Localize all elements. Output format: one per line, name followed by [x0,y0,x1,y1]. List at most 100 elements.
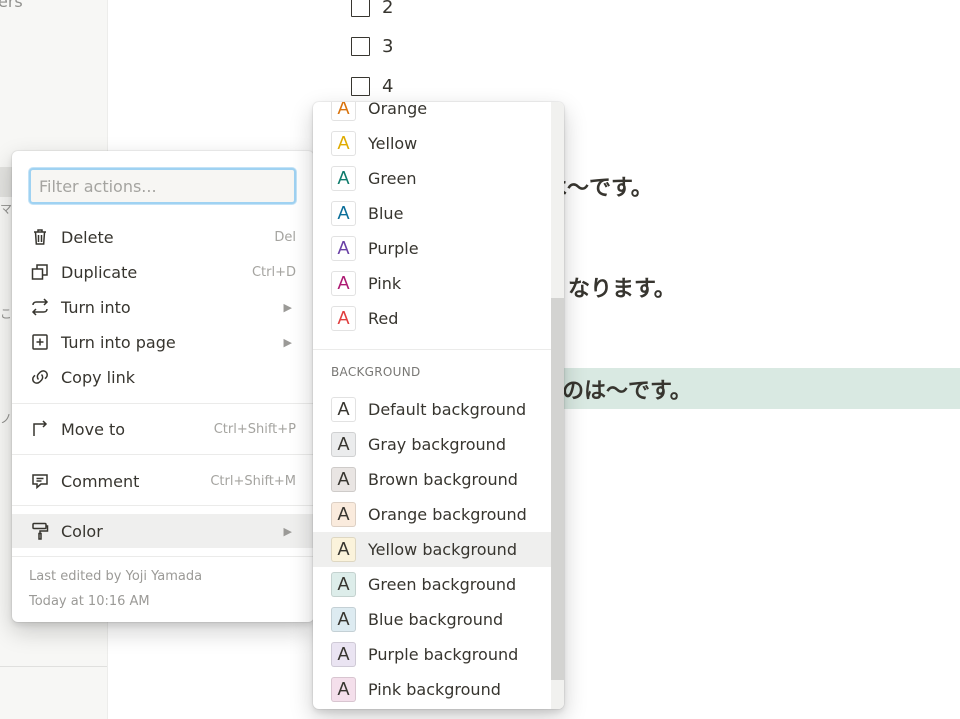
submenu-scrollbar-thumb[interactable] [551,298,564,680]
text-color-swatch-icon: A [331,306,356,331]
color-option-label: Blue [368,204,404,223]
todo-item: 3 [351,31,431,61]
todo-label[interactable]: 3 [382,36,393,57]
menu-divider [12,505,314,506]
heading-block[interactable]: くなります。 [546,271,676,303]
text-color-swatch-icon: A [331,166,356,191]
menu-item-shortcut: Ctrl+Shift+M [210,473,296,489]
last-edited-by: Last edited by Yoji Yamada [29,569,203,584]
text-color-swatch-icon: A [331,271,356,296]
sidebar-text-fragment: こ [0,307,13,321]
sidebar-fragment-text: ers [0,0,23,11]
color-option-label: Purple background [368,645,519,664]
color-option-label: Pink background [368,680,501,699]
color-option-label: Orange background [368,505,527,524]
chevron-right-icon: ▶ [283,300,292,314]
background-color-option-default-background[interactable]: A Default background [313,392,551,427]
filter-actions-input[interactable] [31,170,294,202]
background-color-option-pink-background[interactable]: A Pink background [313,672,551,707]
duplicate-icon [29,261,51,283]
background-color-swatch-icon: A [331,537,356,562]
text-color-option-green[interactable]: A Green [313,161,551,196]
background-color-swatch-icon: A [331,607,356,632]
background-color-swatch-icon: A [331,642,356,667]
background-color-swatch-icon: A [331,467,356,492]
color-option-label: Brown background [368,470,518,489]
menu-item-label: Comment [61,471,140,491]
todo-label[interactable]: 2 [382,0,393,18]
menu-item-shortcut: Ctrl+Shift+P [213,421,296,437]
text-color-swatch-icon: A [331,131,356,156]
comment-icon [29,470,51,492]
block-actions-menu: Delete Del Duplicate Ctrl+D Turn into ▶ … [12,151,314,622]
color-option-label: Green background [368,575,517,594]
copy-link-menu-item[interactable]: Copy link [12,360,314,394]
text-color-option-blue[interactable]: A Blue [313,196,551,231]
sidebar-text-fragment: マ [0,202,13,216]
color-option-label: Yellow background [368,540,517,559]
chevron-right-icon: ▶ [283,335,292,349]
text-color-swatch-icon: A [331,102,356,121]
todo-checkbox[interactable] [351,76,370,96]
background-color-option-purple-background[interactable]: A Purple background [313,637,551,672]
menu-item-label: Turn into [61,297,131,317]
text-color-option-orange[interactable]: A Orange [313,102,551,126]
sidebar-divider [0,666,107,667]
background-color-swatch-icon: A [331,677,356,702]
menu-item-label: Delete [61,227,114,247]
trash-icon [29,226,51,248]
turn-into-page-menu-item[interactable]: Turn into page ▶ [12,325,314,359]
color-menu-item[interactable]: Color ▶ [12,514,314,548]
last-edited-time: Today at 10:16 AM [29,594,150,609]
menu-divider [12,454,314,455]
link-icon [29,366,51,388]
background-color-option-yellow-background[interactable]: A Yellow background [313,532,551,567]
todo-label[interactable]: 4 [382,76,393,97]
comment-menu-item[interactable]: Comment Ctrl+Shift+M [12,464,314,498]
text-color-option-purple[interactable]: A Purple [313,231,551,266]
background-color-swatch-icon: A [331,397,356,422]
turn-into-icon [29,296,51,318]
plus-square-icon [29,331,51,353]
color-option-label: Pink [368,274,402,293]
text-color-swatch-icon: A [331,236,356,261]
chevron-right-icon: ▶ [283,524,292,538]
todo-checkbox[interactable] [351,0,370,17]
move-arrow-icon [29,418,51,440]
color-option-label: Gray background [368,435,506,454]
menu-item-label: Color [61,521,103,541]
text-color-option-yellow[interactable]: A Yellow [313,126,551,161]
todo-checkbox[interactable] [351,36,370,56]
delete-menu-item[interactable]: Delete Del [12,220,314,254]
menu-item-label: Copy link [61,367,135,387]
text-color-option-pink[interactable]: A Pink [313,266,551,301]
text-color-swatch-icon: A [331,201,356,226]
duplicate-menu-item[interactable]: Duplicate Ctrl+D [12,255,314,289]
color-option-label: Blue background [368,610,504,629]
background-color-swatch-icon: A [331,432,356,457]
background-color-option-orange-background[interactable]: A Orange background [313,497,551,532]
menu-item-shortcut: Del [274,229,296,245]
background-color-option-gray-background[interactable]: A Gray background [313,427,551,462]
menu-item-label: Move to [61,419,126,439]
color-option-label: Red [368,309,399,328]
filter-actions-input-wrapper [29,168,296,204]
color-option-label: Orange [368,102,428,118]
sidebar-selected-item[interactable] [0,167,12,197]
background-color-option-green-background[interactable]: A Green background [313,567,551,602]
text-color-option-red[interactable]: A Red [313,301,551,336]
background-color-option-brown-background[interactable]: A Brown background [313,462,551,497]
background-section-header: BACKGROUND [331,365,421,379]
menu-divider [12,556,314,557]
todo-item: 2 [351,0,431,22]
turn-into-menu-item[interactable]: Turn into ▶ [12,290,314,324]
background-color-option-blue-background[interactable]: A Blue background [313,602,551,637]
color-submenu: A Orange A Yellow A Green A Blue A Purple A Pink A Re… [313,102,564,709]
color-option-label: Purple [368,239,419,258]
todo-item: 4 [351,71,431,101]
sidebar-text-fragment: ノ [0,412,13,426]
submenu-divider [313,349,551,350]
move-to-menu-item[interactable]: Move to Ctrl+Shift+P [12,412,314,446]
menu-item-shortcut: Ctrl+D [251,264,296,280]
color-option-label: Default background [368,400,527,419]
